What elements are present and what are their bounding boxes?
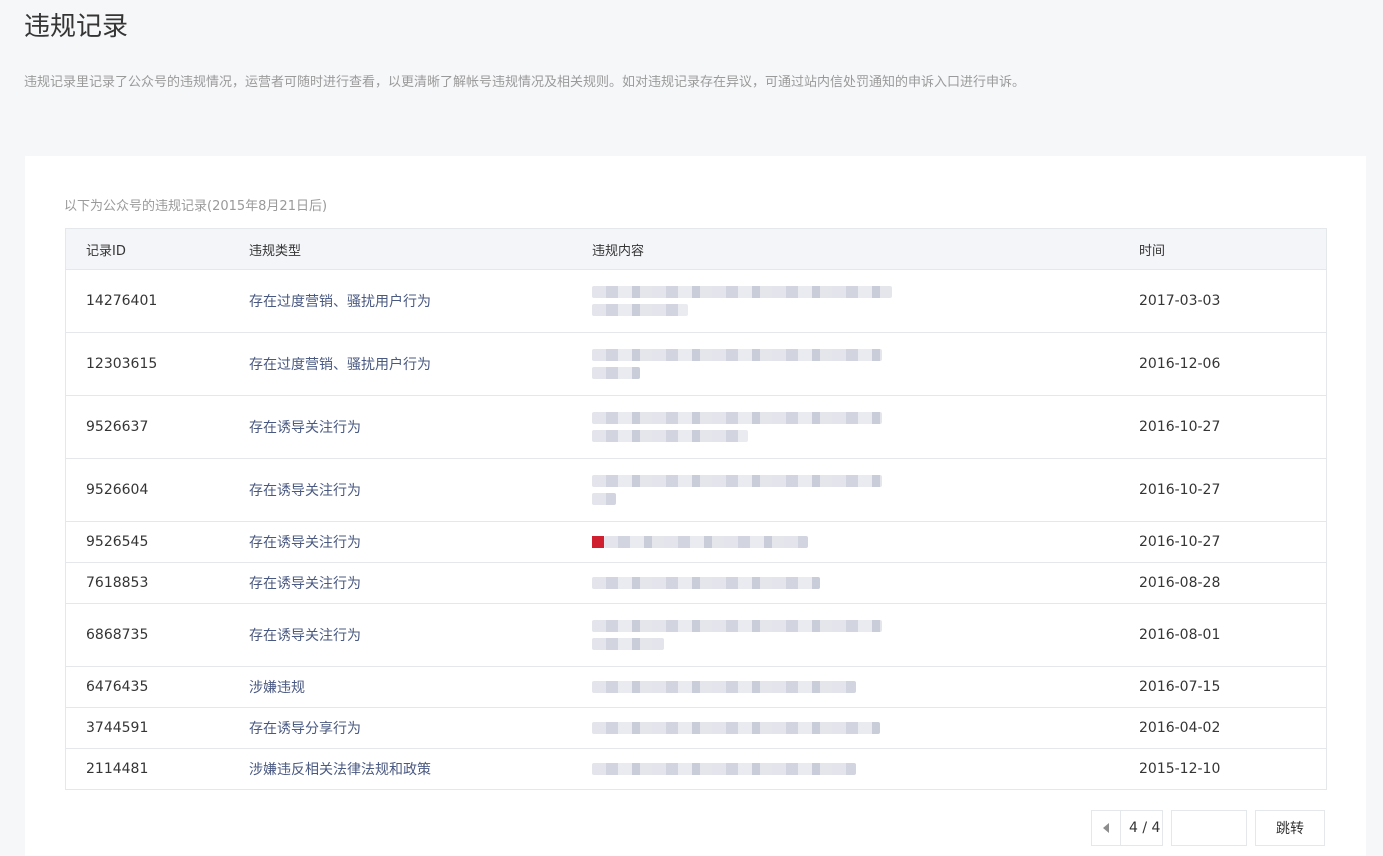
header-id: 记录ID [86,243,126,259]
pagination: 4 / 4 跳转 [1091,810,1325,846]
violation-type-link[interactable]: 存在诱导分享行为 [249,708,361,748]
record-id: 14276401 [86,293,158,309]
violation-content-blurred [592,563,820,603]
record-id: 6868735 [86,627,149,643]
header-time: 时间 [1139,243,1166,259]
table-row: 6476435 涉嫌违规 2016-07-15 [66,667,1326,708]
violation-content-blurred [592,270,892,332]
record-time: 2016-08-28 [1139,575,1221,591]
violation-type-link[interactable]: 涉嫌违反相关法律法规和政策 [249,749,431,789]
record-id: 3744591 [86,720,149,736]
violation-content-blurred [592,459,882,521]
page-indicator: 4 / 4 [1129,820,1161,836]
page-description: 违规记录里记录了公众号的违规情况，运营者可随时进行查看，以更清晰了解帐号违规情况… [24,75,1026,90]
table-row: 7618853 存在诱导关注行为 2016-08-28 [66,563,1326,604]
record-id: 2114481 [86,761,149,777]
table-row: 9526604 存在诱导关注行为 2016-10-27 [66,459,1326,522]
table-row: 6868735 存在诱导关注行为 2016-08-01 [66,604,1326,667]
record-time: 2016-12-06 [1139,356,1221,372]
record-id: 9526637 [86,419,149,435]
violation-type-link[interactable]: 存在诱导关注行为 [249,522,361,562]
record-id: 12303615 [86,356,158,372]
violation-type-link[interactable]: 存在诱导关注行为 [249,396,361,458]
table-row: 9526545 存在诱导关注行为 2016-10-27 [66,522,1326,563]
records-caption: 以下为公众号的违规记录(2015年8月21日后) [64,199,328,214]
page-title: 违规记录 [24,12,129,42]
violation-type-link[interactable]: 存在诱导关注行为 [249,563,361,603]
jump-button[interactable]: 跳转 [1255,810,1325,846]
violation-type-link[interactable]: 存在诱导关注行为 [249,604,361,666]
violation-content-blurred [592,604,882,666]
arrow-left-icon [1103,823,1109,833]
record-time: 2016-07-15 [1139,679,1221,695]
violation-type-link[interactable]: 存在过度营销、骚扰用户行为 [249,333,431,395]
violation-type-link[interactable]: 存在诱导关注行为 [249,459,361,521]
violation-content-blurred [592,749,856,789]
violation-content-blurred [592,667,856,707]
records-table: 记录ID 违规类型 违规内容 时间 14276401 存在过度营销、骚扰用户行为… [65,228,1327,790]
page-nav: 4 / 4 [1091,810,1163,846]
record-id: 9526545 [86,534,149,550]
record-time: 2017-03-03 [1139,293,1221,309]
record-id: 7618853 [86,575,149,591]
table-row: 2114481 涉嫌违反相关法律法规和政策 2015-12-10 [66,749,1326,789]
red-mark-icon [592,536,604,548]
violation-content-blurred [592,396,882,458]
header-type: 违规类型 [249,243,302,259]
record-time: 2016-10-27 [1139,482,1221,498]
record-time: 2015-12-10 [1139,761,1221,777]
table-row: 14276401 存在过度营销、骚扰用户行为 2017-03-03 [66,270,1326,333]
table-row: 3744591 存在诱导分享行为 2016-04-02 [66,708,1326,749]
record-time: 2016-10-27 [1139,534,1221,550]
record-id: 6476435 [86,679,149,695]
table-row: 9526637 存在诱导关注行为 2016-10-27 [66,396,1326,459]
violation-content-blurred [592,333,882,395]
record-time: 2016-08-01 [1139,627,1221,643]
violation-type-link[interactable]: 涉嫌违规 [249,667,305,707]
page-jump-input[interactable] [1171,810,1247,846]
record-time: 2016-04-02 [1139,720,1221,736]
violation-content-blurred [592,708,880,748]
violation-content-blurred [592,522,808,562]
record-time: 2016-10-27 [1139,419,1221,435]
table-header: 记录ID 违规类型 违规内容 时间 [66,229,1326,270]
violation-type-link[interactable]: 存在过度营销、骚扰用户行为 [249,270,431,332]
table-row: 12303615 存在过度营销、骚扰用户行为 2016-12-06 [66,333,1326,396]
record-id: 9526604 [86,482,149,498]
records-card: 以下为公众号的违规记录(2015年8月21日后) 记录ID 违规类型 违规内容 … [25,156,1366,856]
header-content: 违规内容 [592,243,645,259]
